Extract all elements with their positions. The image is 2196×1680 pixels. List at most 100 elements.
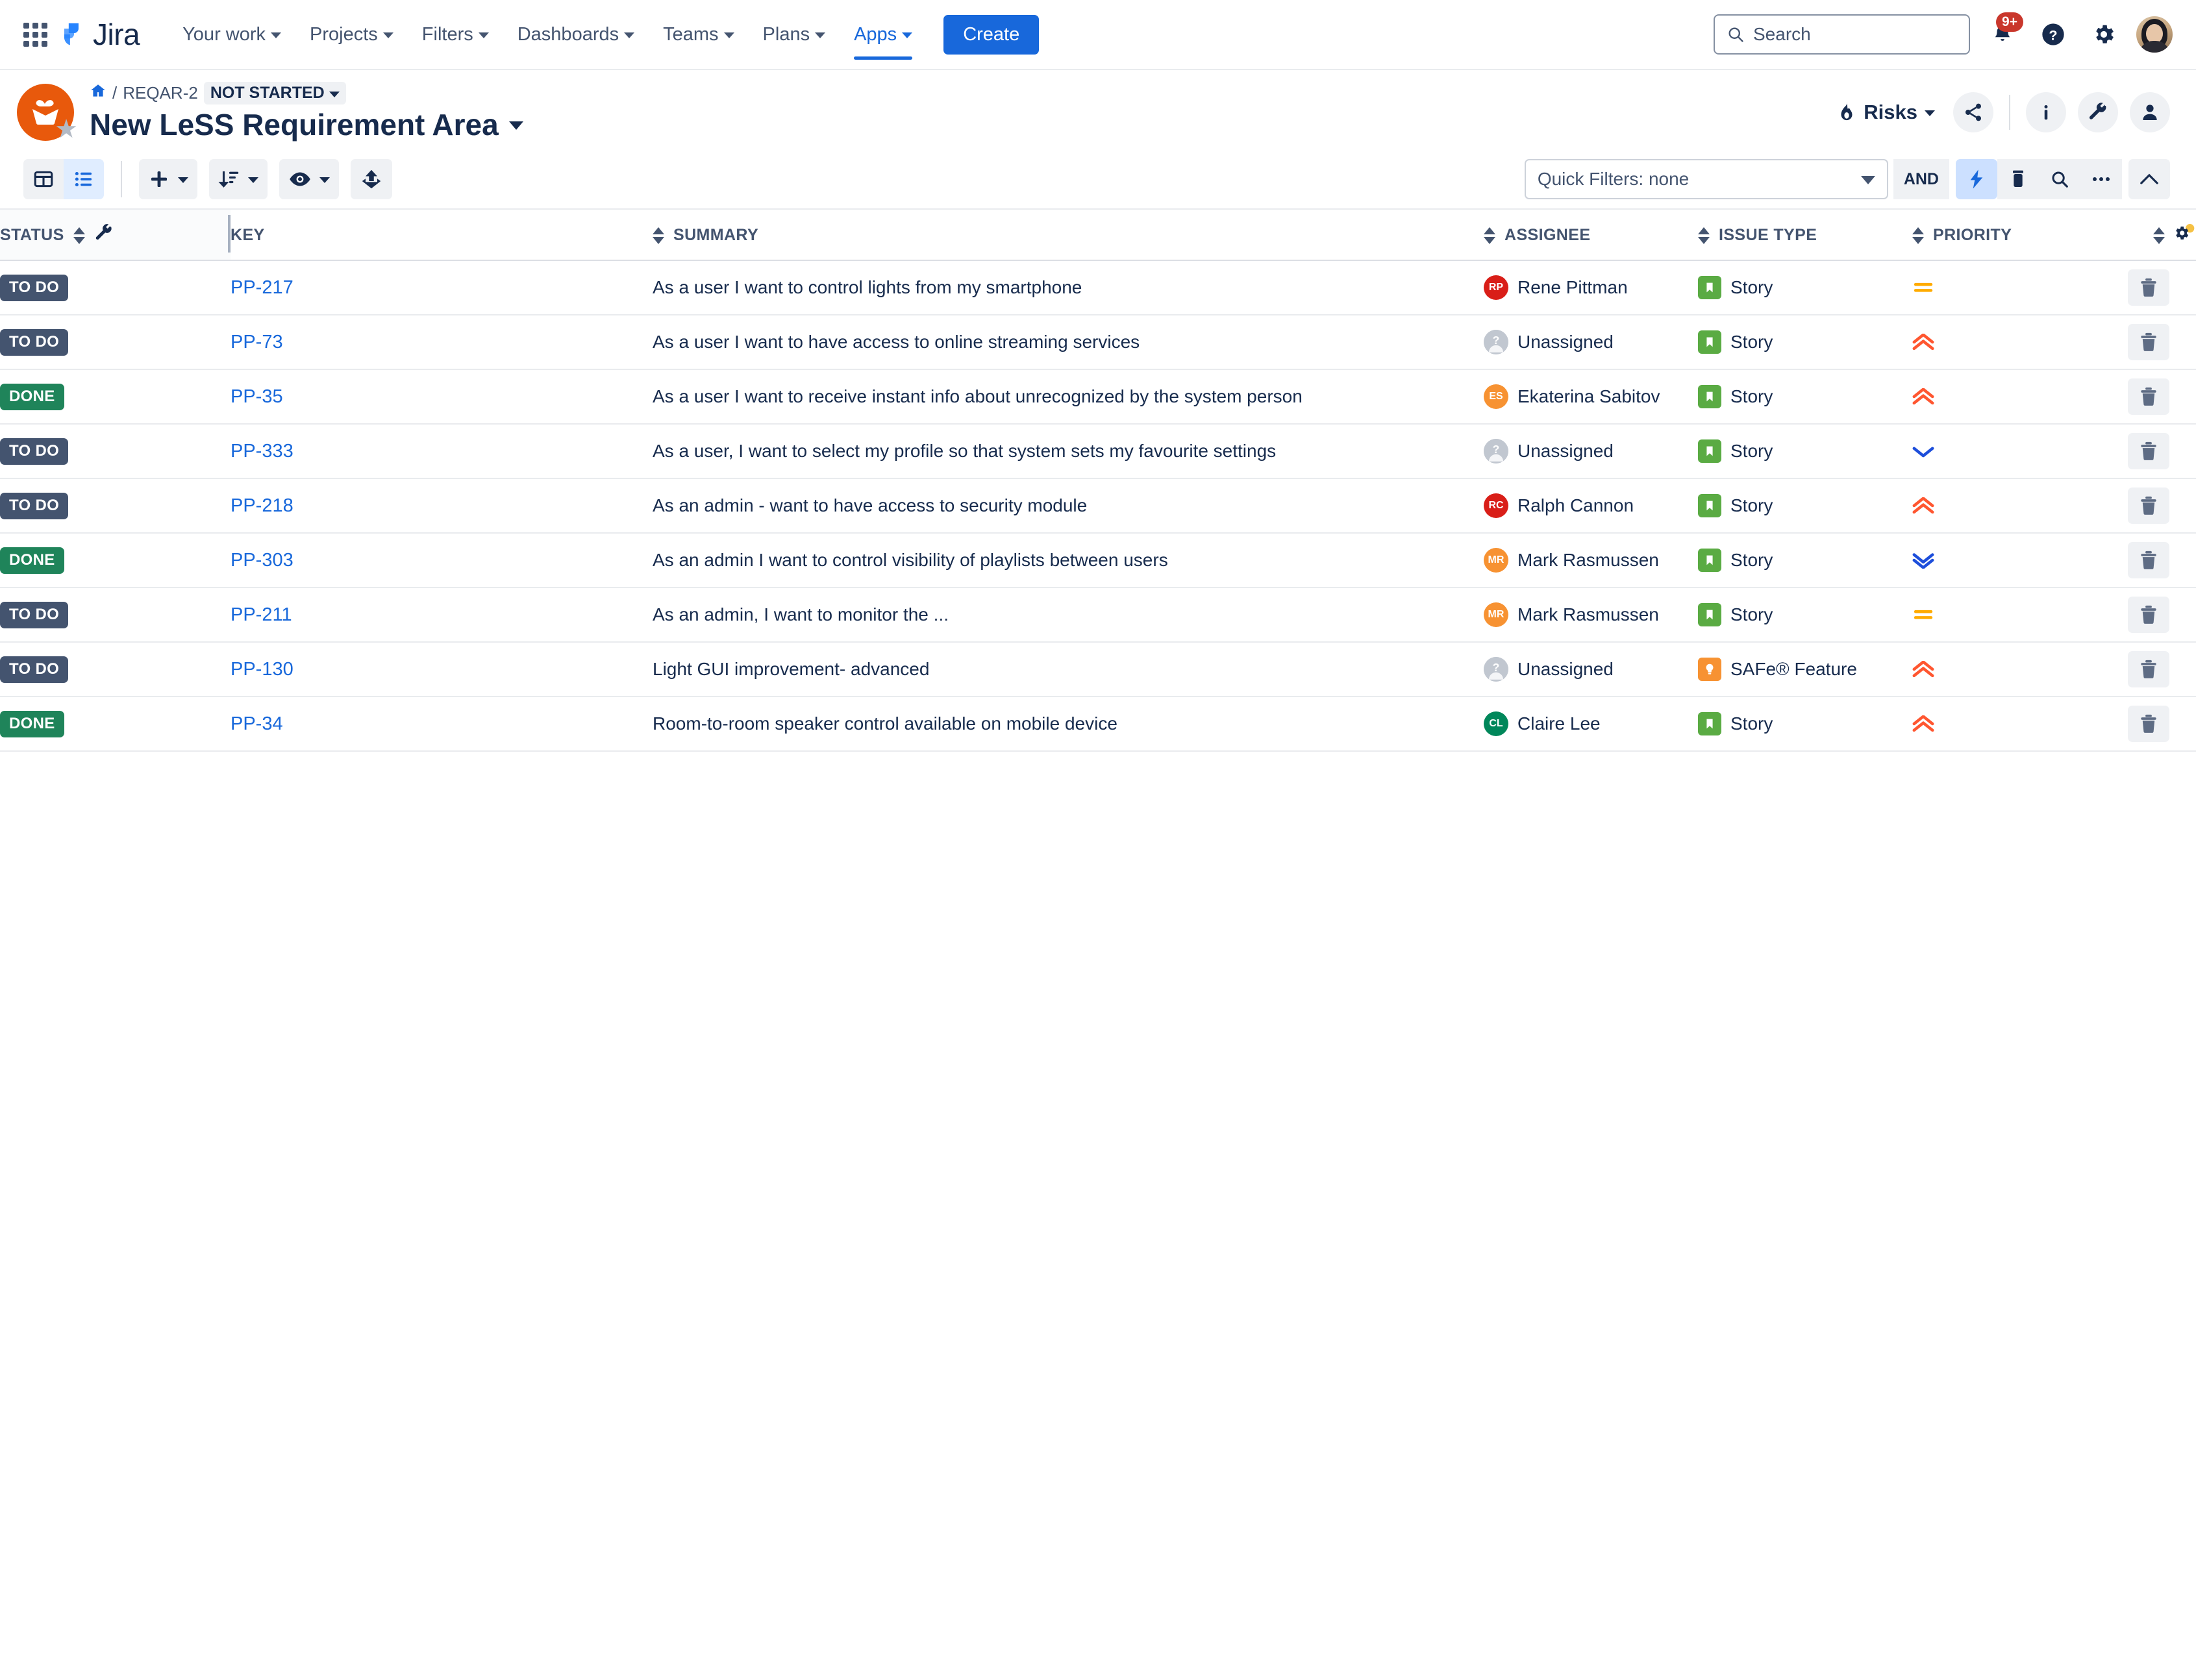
cell-summary[interactable]: Room-to-room speaker control available o… xyxy=(653,697,1484,752)
sort-toggle-key[interactable] xyxy=(653,227,664,244)
table-row[interactable]: DONE PP-303 As an admin I want to control … xyxy=(0,533,2196,588)
delete-row-button[interactable] xyxy=(2127,597,2169,633)
page-title[interactable]: New LeSS Requirement Area xyxy=(90,107,523,142)
issue-key-link[interactable]: PP-211 xyxy=(231,604,292,625)
table-row[interactable]: DONE PP-35 As a user I want to receive ins… xyxy=(0,369,2196,425)
table-row[interactable]: TO DO PP-73 As a user I want to have acces… xyxy=(0,315,2196,370)
table-row[interactable]: DONE PP-34 Room-to-room speaker control av… xyxy=(0,697,2196,752)
column-header-summary[interactable]: SUMMARY xyxy=(653,210,1484,261)
table-row[interactable]: TO DO PP-217 As a user I want to control l… xyxy=(0,260,2196,315)
delete-row-button[interactable] xyxy=(2127,269,2169,306)
status-badge[interactable]: TO DO xyxy=(0,274,69,301)
cell-summary[interactable]: As a user, I want to select my profile s… xyxy=(653,424,1484,479)
cell-summary[interactable]: As a user I want to receive instant info… xyxy=(653,369,1484,425)
issue-key-link[interactable]: PP-333 xyxy=(231,441,293,462)
nav-item-plans[interactable]: Plans xyxy=(749,0,840,69)
nav-item-apps[interactable]: Apps xyxy=(840,0,927,69)
board-column-button[interactable] xyxy=(1997,159,2039,199)
delete-row-button[interactable] xyxy=(2127,324,2169,360)
nav-item-projects[interactable]: Projects xyxy=(295,0,408,69)
sort-toggle-assignee[interactable] xyxy=(1698,227,1710,244)
collapse-toolbar-button[interactable] xyxy=(2128,159,2170,199)
list-view-button[interactable] xyxy=(64,159,104,199)
and-operator-button[interactable]: AND xyxy=(1893,159,1949,199)
status-badge[interactable]: DONE xyxy=(0,710,64,737)
column-header-status[interactable]: STATUS xyxy=(0,210,231,261)
view-options-button[interactable] xyxy=(279,159,339,199)
column-header-actions[interactable] xyxy=(2101,210,2196,261)
user-avatar[interactable] xyxy=(2136,16,2173,53)
status-badge[interactable]: TO DO xyxy=(0,601,69,628)
jira-home-logo[interactable]: Jira xyxy=(58,17,140,52)
status-badge[interactable]: TO DO xyxy=(0,656,69,683)
nav-item-filters[interactable]: Filters xyxy=(408,0,503,69)
notifications-button[interactable]: 9+ xyxy=(1984,12,2023,53)
search-input[interactable]: Search xyxy=(1714,14,1970,55)
nav-item-your-work[interactable]: Your work xyxy=(168,0,295,69)
nav-item-teams[interactable]: Teams xyxy=(649,0,748,69)
cell-summary[interactable]: As a user I want to control lights from … xyxy=(653,260,1484,315)
status-badge[interactable]: TO DO xyxy=(0,438,69,465)
status-badge[interactable]: DONE xyxy=(0,383,64,410)
add-button[interactable] xyxy=(139,159,197,199)
delete-row-button[interactable] xyxy=(2127,542,2169,578)
project-status-dropdown[interactable]: NOT STARTED xyxy=(203,82,346,105)
home-icon[interactable] xyxy=(90,82,106,104)
column-header-priority[interactable]: PRIORITY xyxy=(1912,210,2101,261)
column-settings-icon[interactable] xyxy=(2175,223,2196,248)
table-row[interactable]: TO DO PP-130 Light GUI improvement- advanc… xyxy=(0,642,2196,697)
cell-summary[interactable]: As an admin, I want to monitor the ... xyxy=(653,587,1484,643)
help-button[interactable]: ? xyxy=(2035,16,2071,53)
app-switcher-icon[interactable] xyxy=(18,18,52,51)
sort-toggle-priority[interactable] xyxy=(2153,227,2165,244)
settings-button[interactable] xyxy=(2086,16,2122,53)
breadcrumb-project-key[interactable]: REQAR-2 xyxy=(123,83,198,103)
cell-status: TO DO xyxy=(0,642,231,697)
cell-summary[interactable]: Light GUI improvement- advanced xyxy=(653,642,1484,697)
sort-button[interactable] xyxy=(209,159,268,199)
risks-dropdown[interactable]: Risks xyxy=(1830,97,1941,128)
delete-row-button[interactable] xyxy=(2127,378,2169,415)
sort-toggle-status[interactable] xyxy=(73,227,85,244)
configure-button[interactable] xyxy=(2078,92,2118,132)
lightning-filter-button[interactable] xyxy=(1956,159,1997,199)
column-header-assignee[interactable]: ASSIGNEE xyxy=(1484,210,1698,261)
more-options-button[interactable] xyxy=(2080,159,2122,199)
column-header-issue-type[interactable]: ISSUE TYPE xyxy=(1698,210,1912,261)
issue-key-link[interactable]: PP-217 xyxy=(231,277,293,298)
star-favorite-icon[interactable]: ★ xyxy=(55,116,78,142)
cell-summary[interactable]: As a user I want to have access to onlin… xyxy=(653,315,1484,370)
delete-row-button[interactable] xyxy=(2127,651,2169,687)
grid-view-button[interactable] xyxy=(23,159,64,199)
issue-key-link[interactable]: PP-130 xyxy=(231,659,293,680)
delete-row-button[interactable] xyxy=(2127,488,2169,524)
cell-summary[interactable]: As an admin I want to control visibility… xyxy=(653,533,1484,588)
nav-item-dashboards[interactable]: Dashboards xyxy=(503,0,649,69)
cell-summary[interactable]: As an admin - want to have access to sec… xyxy=(653,478,1484,534)
issue-key-link[interactable]: PP-34 xyxy=(231,713,283,734)
sort-toggle-issue-type[interactable] xyxy=(1912,227,1924,244)
export-button[interactable] xyxy=(351,159,392,199)
status-badge[interactable]: TO DO xyxy=(0,492,69,519)
create-button[interactable]: Create xyxy=(943,14,1040,55)
project-avatar[interactable]: ★ xyxy=(17,83,78,142)
delete-row-button[interactable] xyxy=(2127,433,2169,469)
people-button[interactable] xyxy=(2130,92,2170,132)
issue-key-link[interactable]: PP-73 xyxy=(231,332,283,352)
quick-filters-select[interactable]: Quick Filters: none xyxy=(1524,159,1888,199)
delete-row-button[interactable] xyxy=(2127,706,2169,742)
issue-key-link[interactable]: PP-303 xyxy=(231,550,293,571)
column-header-key[interactable]: KEY xyxy=(231,210,653,261)
status-badge[interactable]: TO DO xyxy=(0,328,69,356)
status-config-icon[interactable] xyxy=(94,223,114,247)
table-row[interactable]: TO DO PP-218 As an admin - want to have ac… xyxy=(0,478,2196,534)
search-issues-button[interactable] xyxy=(2039,159,2080,199)
info-button[interactable] xyxy=(2026,92,2066,132)
sort-toggle-summary[interactable] xyxy=(1484,227,1495,244)
issue-key-link[interactable]: PP-218 xyxy=(231,495,293,516)
share-button[interactable] xyxy=(1953,92,1993,132)
table-row[interactable]: TO DO PP-333 As a user, I want to select m… xyxy=(0,424,2196,479)
table-row[interactable]: TO DO PP-211 As an admin, I want to monito… xyxy=(0,587,2196,643)
issue-key-link[interactable]: PP-35 xyxy=(231,386,283,407)
status-badge[interactable]: DONE xyxy=(0,547,64,574)
